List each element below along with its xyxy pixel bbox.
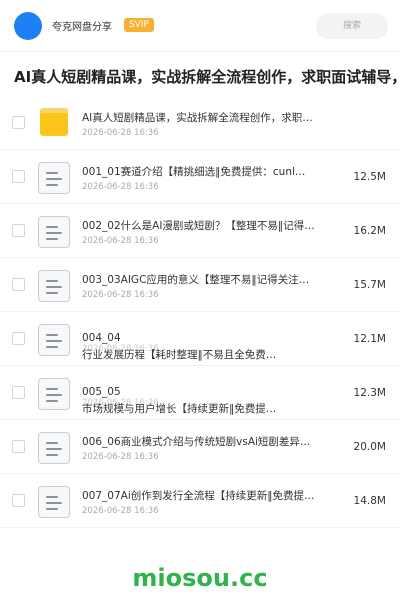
file-list: AI真人短剧精品课，实战拆解全流程创作，求职面试辅… 2026-06-28 16… bbox=[0, 96, 400, 528]
document-icon bbox=[38, 270, 70, 302]
list-item[interactable]: 2026-06-28 16:36 004_04 行业发展历程【耗时整理‖不易且全… bbox=[0, 312, 400, 366]
select-checkbox[interactable] bbox=[12, 386, 25, 399]
file-name: 006_06商业模式介绍与传统短剧vsAi短剧差异… bbox=[82, 436, 311, 448]
list-item[interactable]: 002_02什么是AI漫剧或短剧？【整理不易‖记得… 2026-06-28 16… bbox=[0, 204, 400, 258]
file-name: 002_02什么是AI漫剧或短剧？【整理不易‖记得… bbox=[82, 220, 315, 232]
site-watermark: miosou.cc bbox=[132, 564, 268, 592]
file-size: 14.8M bbox=[353, 495, 386, 507]
search-input[interactable]: 搜索 bbox=[316, 13, 388, 39]
file-name: AI真人短剧精品课，实战拆解全流程创作，求职面试辅… bbox=[82, 112, 322, 124]
file-size: 15.7M bbox=[353, 279, 386, 291]
document-icon bbox=[38, 324, 70, 356]
list-item[interactable]: 003_03AIGC应用的意义【整理不易‖记得关注… 2026-06-28 16… bbox=[0, 258, 400, 312]
select-checkbox[interactable] bbox=[12, 170, 25, 183]
file-date: 2026-06-28 16:36 bbox=[82, 452, 159, 462]
file-size: 20.0M bbox=[353, 441, 386, 453]
file-name: 003_03AIGC应用的意义【整理不易‖记得关注… bbox=[82, 274, 310, 286]
list-item[interactable]: 007_07Ai创作到发行全流程【持续更新‖免费提… 2026-06-28 16… bbox=[0, 474, 400, 528]
list-item[interactable]: AI真人短剧精品课，实战拆解全流程创作，求职面试辅… 2026-06-28 16… bbox=[0, 96, 400, 150]
document-icon bbox=[38, 216, 70, 248]
list-item[interactable]: 006_06商业模式介绍与传统短剧vsAi短剧差异… 2026-06-28 16… bbox=[0, 420, 400, 474]
file-date: 2026-06-28 16:36 bbox=[82, 236, 159, 246]
file-size: 16.2M bbox=[353, 225, 386, 237]
file-size: 12.3M bbox=[353, 387, 386, 399]
document-icon bbox=[38, 378, 70, 410]
file-name: 004_04 bbox=[82, 332, 121, 344]
document-icon bbox=[38, 162, 70, 194]
select-checkbox[interactable] bbox=[12, 332, 25, 345]
file-date: 2026-06-28 16:36 bbox=[82, 182, 159, 192]
file-date: 2026-06-28 16:36 bbox=[82, 128, 159, 138]
file-name-line-2: 市场规模与用户增长【持续更新‖免费提… bbox=[82, 403, 277, 415]
list-item[interactable]: 001_01赛道介绍【精挑细选‖免费提供：cunl… 2026-06-28 16… bbox=[0, 150, 400, 204]
folder-icon bbox=[38, 108, 70, 140]
select-checkbox[interactable] bbox=[12, 494, 25, 507]
document-icon bbox=[38, 486, 70, 518]
share-source-name: 夸克网盘分享 bbox=[52, 22, 112, 33]
file-date: 2026-06-28 16:36 bbox=[82, 506, 159, 516]
file-size: 12.1M bbox=[353, 333, 386, 345]
file-name: 005_05 bbox=[82, 386, 121, 398]
avatar[interactable] bbox=[14, 12, 42, 40]
select-checkbox[interactable] bbox=[12, 224, 25, 237]
file-date: 2026-06-28 16:36 bbox=[82, 290, 159, 300]
list-item[interactable]: 2026-06-28 16:36 005_05 市场规模与用户增长【持续更新‖免… bbox=[0, 366, 400, 420]
select-checkbox[interactable] bbox=[12, 278, 25, 291]
file-name-line-2: 行业发展历程【耗时整理‖不易且全免费… bbox=[82, 349, 277, 361]
page-title: AI真人短剧精品课，实战拆解全流程创作，求职面试辅导， bbox=[14, 68, 400, 86]
select-checkbox[interactable] bbox=[12, 440, 25, 453]
top-bar: 夸克网盘分享 SVIP 搜索 bbox=[0, 0, 400, 52]
file-size: 12.5M bbox=[353, 171, 386, 183]
file-name: 001_01赛道介绍【精挑细选‖免费提供：cunl… bbox=[82, 166, 306, 178]
file-name: 007_07Ai创作到发行全流程【持续更新‖免费提… bbox=[82, 490, 315, 502]
svip-badge: SVIP bbox=[124, 18, 154, 32]
document-icon bbox=[38, 432, 70, 464]
select-checkbox[interactable] bbox=[12, 116, 25, 129]
